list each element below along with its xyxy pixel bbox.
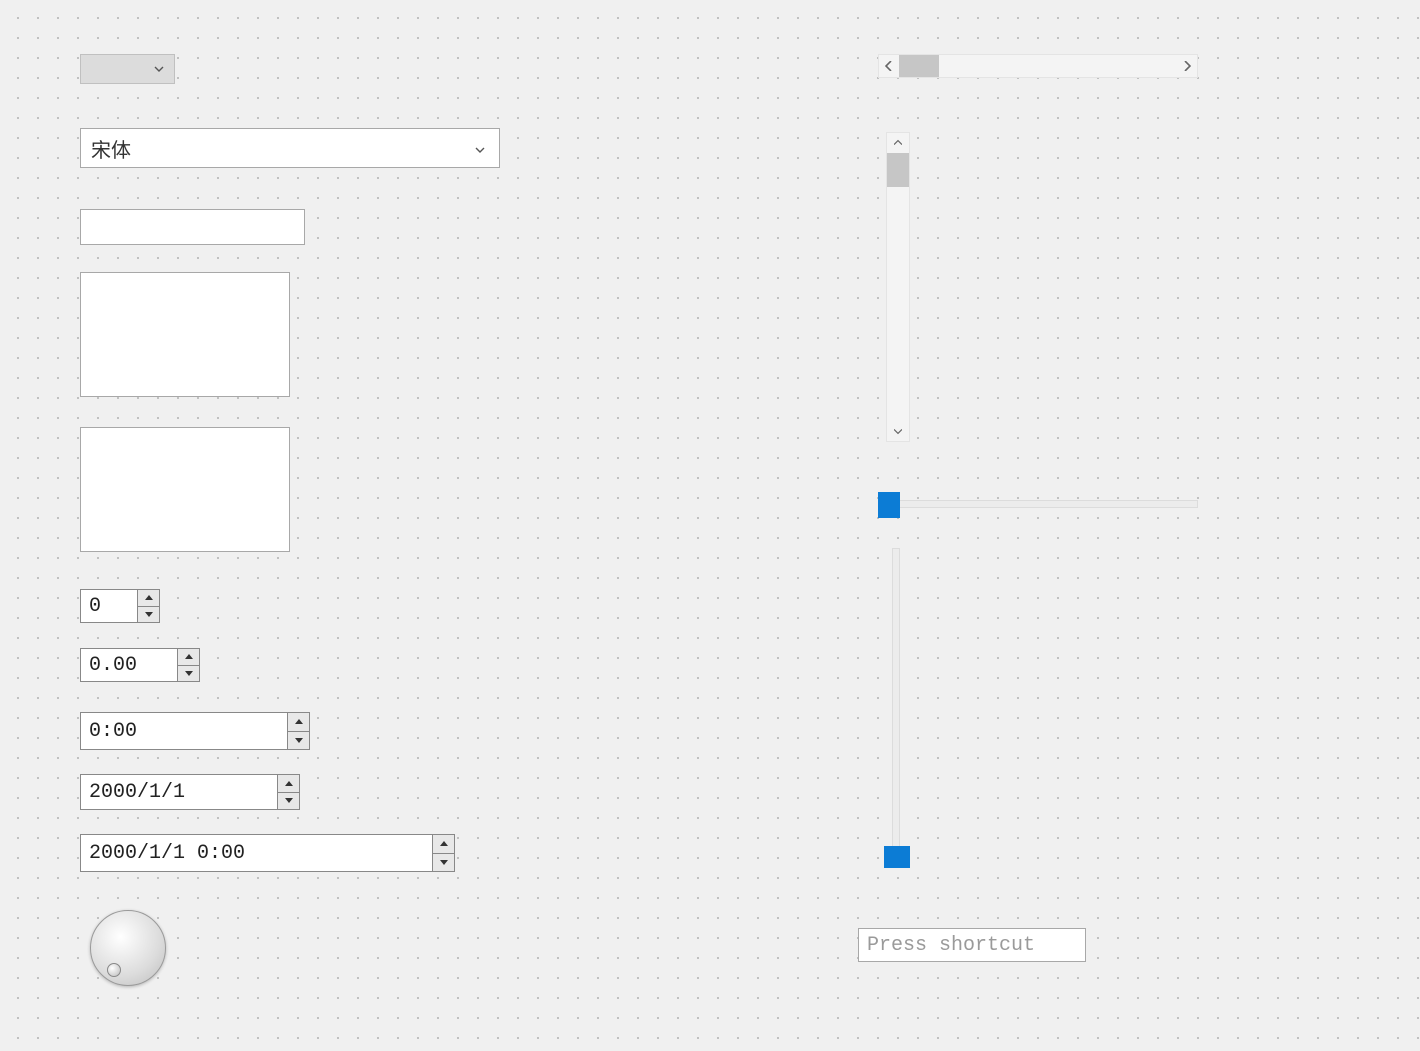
scrollbar-thumb[interactable] — [899, 55, 939, 77]
spin-up-button[interactable] — [278, 775, 299, 793]
chevron-down-icon — [154, 60, 164, 78]
spin-down-button[interactable] — [433, 854, 454, 872]
scrollbar-track[interactable] — [899, 55, 1177, 77]
spin-down-button[interactable] — [178, 666, 199, 682]
shortcut-placeholder: Press shortcut — [867, 934, 1035, 957]
spin-down-button[interactable] — [138, 607, 159, 623]
scrollbar-track[interactable] — [887, 153, 909, 421]
datetime-edit[interactable]: 2000/1/1 0:00 — [80, 834, 455, 872]
font-combo-value: 宋体 — [91, 134, 131, 163]
spin-up-button[interactable] — [288, 713, 309, 732]
spin-int-value: 0 — [81, 590, 137, 622]
slider-handle[interactable] — [884, 846, 910, 868]
slider-groove[interactable] — [892, 548, 900, 858]
vertical-scrollbar[interactable] — [886, 132, 910, 442]
dial[interactable] — [90, 910, 166, 986]
datetime-value: 2000/1/1 0:00 — [81, 835, 432, 871]
date-value: 2000/1/1 — [81, 775, 277, 809]
spin-up-button[interactable] — [138, 590, 159, 607]
spin-box-int[interactable]: 0 — [80, 589, 160, 623]
vertical-slider[interactable] — [884, 548, 908, 868]
horizontal-slider[interactable] — [878, 492, 1198, 516]
slider-groove[interactable] — [888, 500, 1198, 508]
text-edit-2[interactable] — [80, 427, 290, 552]
date-edit[interactable]: 2000/1/1 — [80, 774, 300, 810]
scrollbar-thumb[interactable] — [887, 153, 909, 187]
scroll-left-button[interactable] — [879, 55, 899, 77]
slider-handle[interactable] — [878, 492, 900, 518]
scroll-down-button[interactable] — [887, 421, 909, 441]
scroll-right-button[interactable] — [1177, 55, 1197, 77]
font-combo-box[interactable]: 宋体 — [80, 128, 500, 168]
line-edit[interactable] — [80, 209, 305, 245]
dial-handle[interactable] — [107, 963, 121, 977]
spin-double-value: 0.00 — [81, 649, 177, 681]
spin-up-button[interactable] — [433, 835, 454, 854]
scroll-up-button[interactable] — [887, 133, 909, 153]
chevron-down-icon — [475, 137, 485, 160]
time-value: 0:00 — [81, 713, 287, 749]
spin-box-double[interactable]: 0.00 — [80, 648, 200, 682]
key-sequence-edit[interactable]: Press shortcut — [858, 928, 1086, 962]
text-edit-1[interactable] — [80, 272, 290, 397]
horizontal-scrollbar[interactable] — [878, 54, 1198, 78]
spin-up-button[interactable] — [178, 649, 199, 666]
spin-down-button[interactable] — [288, 732, 309, 750]
combo-box-empty[interactable] — [80, 54, 175, 84]
time-edit[interactable]: 0:00 — [80, 712, 310, 750]
spin-down-button[interactable] — [278, 793, 299, 810]
